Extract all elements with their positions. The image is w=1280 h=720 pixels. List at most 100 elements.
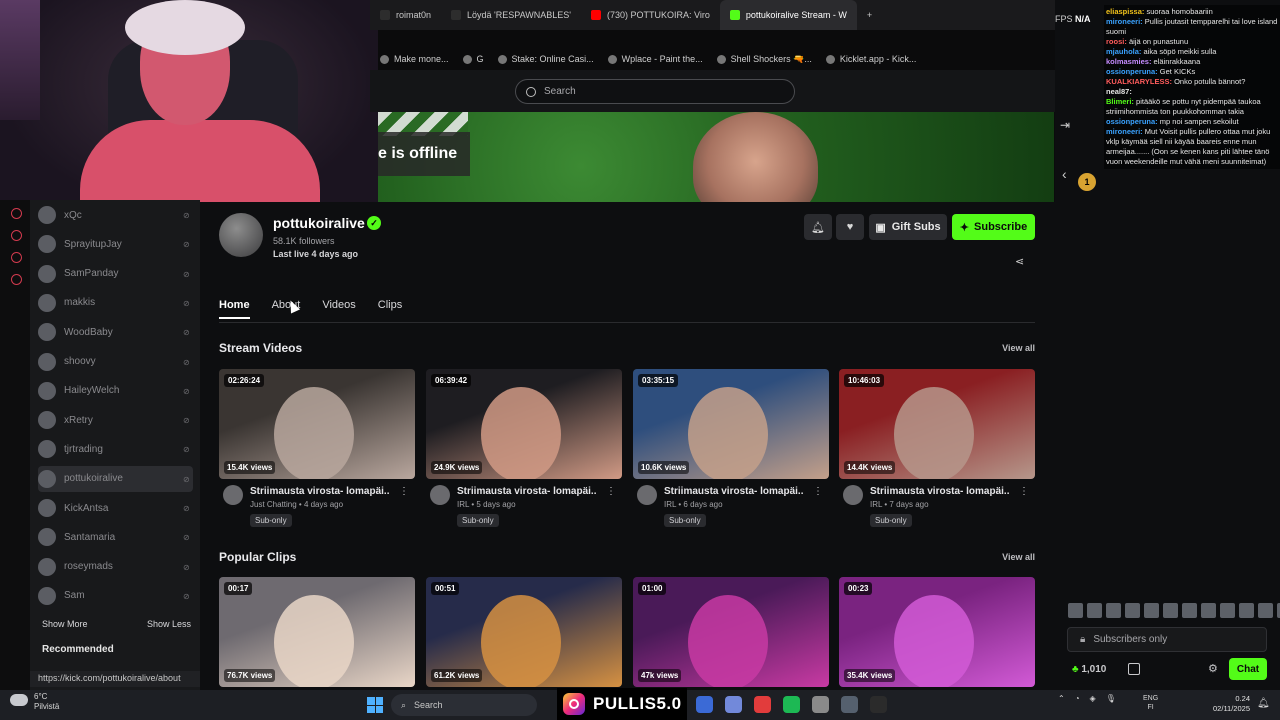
sidebar-channel-item[interactable]: Santamaria ⊘ [38, 524, 193, 550]
sidebar-channel-item[interactable]: WoodBaby ⊘ [38, 319, 193, 345]
chat-emote-icon[interactable] [1163, 603, 1178, 618]
collapse-chat-icon[interactable]: ⇥ [1060, 118, 1070, 132]
channel-avatar[interactable] [843, 485, 863, 505]
taskbar-app-icon[interactable] [783, 696, 800, 713]
popular-clips-view-all[interactable]: View all [990, 552, 1035, 562]
more-options-icon[interactable]: ⋮ [1019, 486, 1029, 497]
video-title[interactable]: Striimausta virosta- lomapäi... [870, 486, 1010, 497]
sidebar-channel-item[interactable]: HaileyWelch ⊘ [38, 378, 193, 404]
bookmark-item[interactable]: G [462, 54, 484, 64]
show-more-button[interactable]: Show More [42, 619, 88, 629]
follow-button[interactable]: ♥ [836, 214, 864, 240]
sidebar-channel-item[interactable]: SamPanday ⊘ [38, 261, 193, 287]
chat-emote-icon[interactable] [1239, 603, 1254, 618]
video-thumbnail[interactable]: 06:39:42 24.9K views [426, 369, 622, 479]
channel-avatar[interactable] [637, 485, 657, 505]
chat-username[interactable]: neal87: [1106, 87, 1132, 96]
browser-tab[interactable]: Löydä 'RESPAWNABLES' [441, 0, 581, 30]
windows-start-icon[interactable] [367, 697, 383, 713]
browse-icon[interactable] [11, 252, 22, 263]
clip-card[interactable]: 00:17 76.7K views [219, 577, 415, 687]
video-thumbnail[interactable]: 00:51 61.2K views [426, 577, 622, 687]
clock-icon[interactable] [11, 230, 22, 241]
chat-emote-icon[interactable] [1087, 603, 1102, 618]
more-options-icon[interactable]: ⋮ [399, 486, 409, 497]
video-thumbnail[interactable]: 02:26:24 15.4K views [219, 369, 415, 479]
chat-emote-icon[interactable] [1182, 603, 1197, 618]
chat-username[interactable]: ossionperuna: [1106, 67, 1158, 76]
video-thumbnail[interactable]: 10:46:03 14.4K views [839, 369, 1035, 479]
taskbar-search[interactable]: ⌕ Search [391, 694, 537, 716]
chat-emote-icon[interactable] [1125, 603, 1140, 618]
more-options-icon[interactable]: ⋮ [813, 486, 823, 497]
chevron-up-icon[interactable]: ⌃ [1058, 694, 1065, 703]
taskbar-app-icon[interactable] [812, 696, 829, 713]
tab-videos[interactable]: Videos [322, 299, 355, 319]
chat-username[interactable]: roosi: [1106, 37, 1127, 46]
chat-username[interactable]: mironeeri: [1106, 17, 1143, 26]
weather-widget[interactable]: 6°C Pilvistä [10, 692, 59, 712]
bookmark-item[interactable]: Kicklet.app - Kick... [825, 54, 916, 64]
video-title[interactable]: Striimausta virosta- lomapäi... [457, 486, 597, 497]
search-input[interactable]: Search [515, 79, 795, 104]
sidebar-channel-item[interactable]: xQc ⊘ [38, 202, 193, 228]
chat-username[interactable]: mjauhola: [1106, 47, 1141, 56]
clip-card[interactable]: 00:23 35.4K views [839, 577, 1035, 687]
gift-icon[interactable] [1128, 663, 1140, 675]
chat-username[interactable]: eliaspissa: [1106, 7, 1144, 16]
chat-input[interactable]: 🔒︎ Subscribers only [1067, 627, 1267, 652]
video-title[interactable]: Striimausta virosta- lomapäi... [664, 486, 804, 497]
video-card[interactable]: 06:39:42 24.9K views Striimausta virosta- … [426, 369, 622, 529]
video-card[interactable]: 03:35:15 10.6K views Striimausta virosta- … [633, 369, 829, 529]
browser-tab[interactable]: roimat0n [370, 0, 441, 30]
taskbar-app-icon[interactable] [754, 696, 771, 713]
tab-home[interactable]: Home [219, 299, 250, 319]
settings-icon[interactable] [11, 274, 22, 285]
sidebar-channel-item[interactable]: xRetry ⊘ [38, 407, 193, 433]
taskbar-app-icon[interactable] [841, 696, 858, 713]
channel-avatar[interactable] [430, 485, 450, 505]
bookmark-item[interactable]: Shell Shockers 🔫... [716, 54, 812, 65]
gear-icon[interactable]: ⚙ [1208, 662, 1218, 675]
notification-bell-button[interactable]: 🔔︎ [804, 214, 832, 240]
bookmark-item[interactable]: Wplace - Paint the... [607, 54, 703, 64]
bookmark-item[interactable]: Stake: Online Casi... [497, 54, 594, 64]
tray-app-icon[interactable]: ◔ [1075, 694, 1080, 703]
sidebar-channel-item[interactable]: makkis ⊘ [38, 290, 193, 316]
subscribe-button[interactable]: ✦ Subscribe [952, 214, 1035, 240]
taskbar-clock[interactable]: 0.24 02/11/2025 [1210, 694, 1250, 714]
chevron-left-icon[interactable]: ‹ [1062, 166, 1067, 182]
live-icon[interactable] [11, 208, 22, 219]
sidebar-channel-item[interactable]: tjrtrading ⊘ [38, 436, 193, 462]
show-less-button[interactable]: Show Less [147, 619, 191, 629]
clip-card[interactable]: 01:00 47k views [633, 577, 829, 687]
channel-avatar[interactable] [219, 213, 263, 257]
video-thumbnail[interactable]: 00:17 76.7K views [219, 577, 415, 687]
channel-avatar[interactable] [223, 485, 243, 505]
sidebar-channel-item[interactable]: SprayitupJay ⊘ [38, 231, 193, 257]
chat-username[interactable]: Blimeri: [1106, 97, 1134, 106]
gift-subs-button[interactable]: ▣ Gift Subs [869, 214, 947, 240]
video-card[interactable]: 02:26:24 15.4K views Striimausta virosta- … [219, 369, 415, 529]
chat-username[interactable]: ossionperuna: [1106, 117, 1158, 126]
video-thumbnail[interactable]: 03:35:15 10.6K views [633, 369, 829, 479]
sidebar-channel-item[interactable]: KickAntsa ⊘ [38, 495, 193, 521]
video-card[interactable]: 10:46:03 14.4K views Striimausta virosta- … [839, 369, 1035, 529]
notification-icon[interactable]: 🔔︎ [1257, 698, 1270, 709]
video-thumbnail[interactable]: 00:23 35.4K views [839, 577, 1035, 687]
kicks-balance[interactable]: ♣ 1,010 [1072, 664, 1106, 675]
chat-username[interactable]: mironeeri: [1106, 127, 1143, 136]
chat-emote-icon[interactable] [1144, 603, 1159, 618]
sidebar-channel-item[interactable]: shoovy ⊘ [38, 349, 193, 375]
taskbar-app-icon[interactable] [725, 696, 742, 713]
browser-tab[interactable]: pottukoiralive Stream - W [719, 0, 857, 30]
sidebar-channel-item[interactable]: pottukoiralive ⊘ [38, 465, 193, 492]
new-tab-button[interactable]: + [857, 0, 882, 30]
language-indicator[interactable]: ENG FI [1143, 694, 1158, 712]
chat-username[interactable]: kolmasmies: [1106, 57, 1151, 66]
sidebar-channel-item[interactable]: Sam ⊘ [38, 583, 193, 609]
clip-card[interactable]: 00:51 61.2K views [426, 577, 622, 687]
chat-emote-icon[interactable] [1201, 603, 1216, 618]
send-chat-button[interactable]: Chat [1229, 658, 1267, 680]
taskbar-app-icon[interactable] [696, 696, 713, 713]
